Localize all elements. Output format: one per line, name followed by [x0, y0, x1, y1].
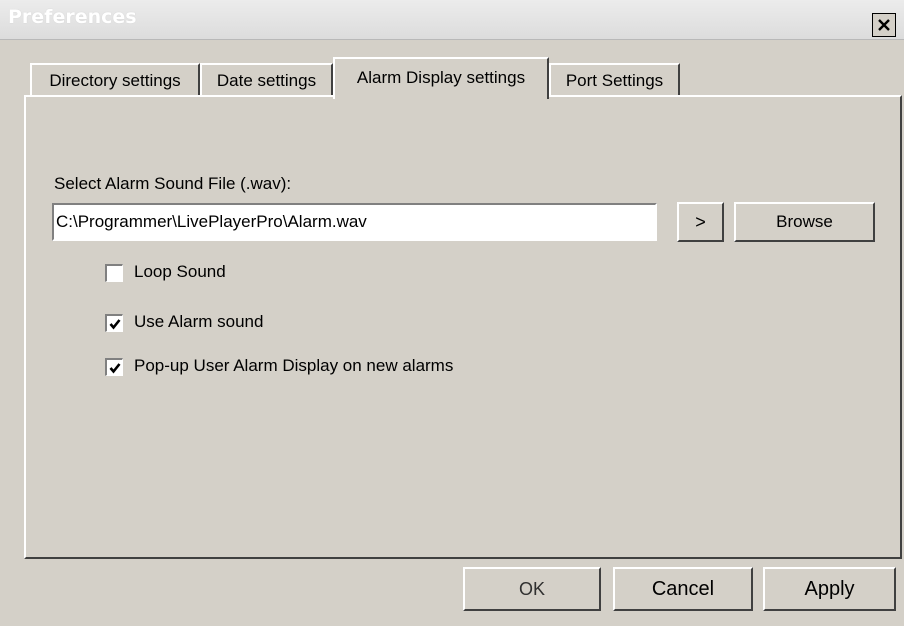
tab-label: Date settings [216, 71, 317, 90]
tab-directory-settings[interactable]: Directory settings [30, 63, 200, 97]
tab-label: Directory settings [49, 71, 181, 90]
check-icon [109, 318, 121, 330]
play-preview-button[interactable]: > [677, 202, 724, 242]
close-icon [878, 19, 890, 31]
check-icon [109, 362, 121, 374]
alarm-file-label: Select Alarm Sound File (.wav): [54, 174, 292, 193]
browse-button[interactable]: Browse [734, 202, 875, 242]
cancel-label: Cancel [651, 577, 715, 600]
arrow-label: > [695, 211, 706, 232]
tab-label: Alarm Display settings [356, 68, 526, 87]
tab-alarm-display-settings[interactable]: Alarm Display settings [333, 57, 549, 99]
use-alarm-sound-checkbox[interactable] [105, 314, 123, 332]
close-button[interactable] [872, 13, 896, 37]
alarm-file-input[interactable] [52, 203, 657, 241]
tab-label: Port Settings [565, 71, 664, 90]
cancel-button[interactable]: Cancel [613, 567, 753, 611]
apply-label: Apply [804, 577, 855, 600]
ok-label: OK [518, 578, 545, 599]
title-bar: Preferences [0, 0, 904, 40]
ok-button[interactable]: OK [463, 567, 601, 611]
loop-sound-label[interactable]: Loop Sound [134, 262, 226, 282]
tab-port-settings[interactable]: Port Settings [549, 63, 680, 97]
tab-date-settings[interactable]: Date settings [200, 63, 333, 97]
popup-alarm-display-checkbox[interactable] [105, 358, 123, 376]
browse-label: Browse [776, 212, 833, 231]
use-alarm-sound-label[interactable]: Use Alarm sound [134, 312, 263, 332]
popup-alarm-display-label[interactable]: Pop-up User Alarm Display on new alarms [134, 356, 453, 376]
window-title: Preferences [8, 6, 137, 28]
apply-button[interactable]: Apply [763, 567, 896, 611]
loop-sound-checkbox[interactable] [105, 264, 123, 282]
